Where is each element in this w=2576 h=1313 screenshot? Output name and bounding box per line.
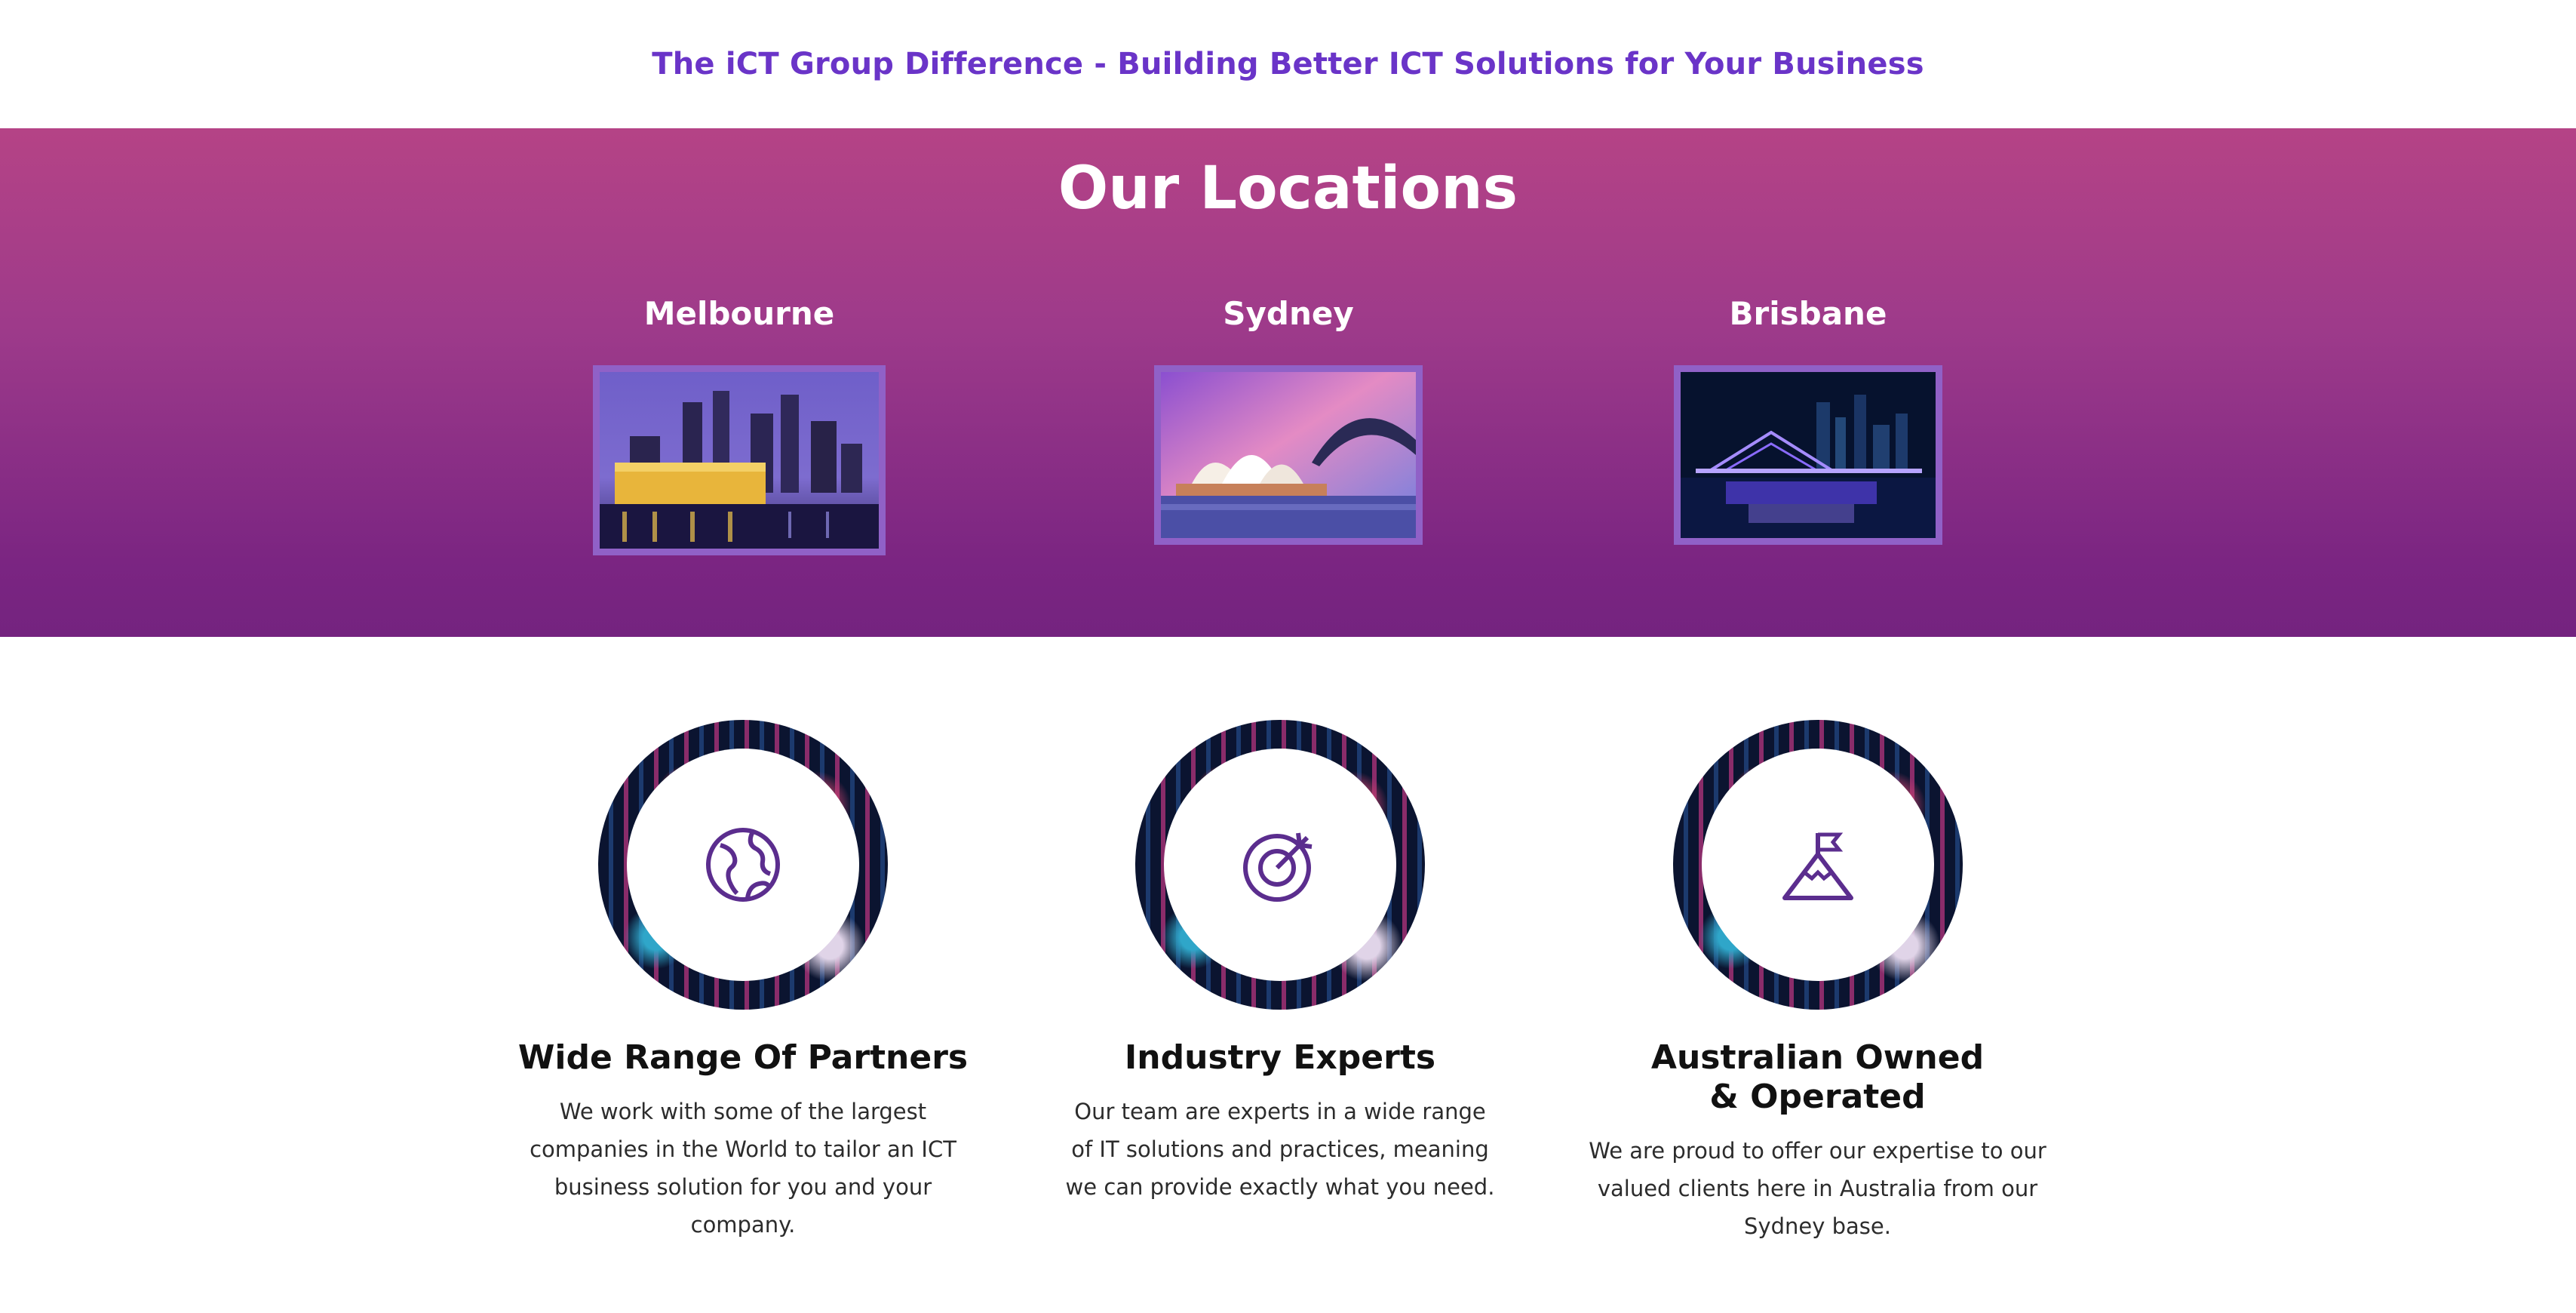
feature-icon-circle <box>1701 749 1934 981</box>
melbourne-photo[interactable] <box>593 365 886 555</box>
location-brisbane[interactable]: Brisbane <box>1674 293 1942 545</box>
location-city-label: Brisbane <box>1729 295 1887 332</box>
brisbane-bridge-image <box>1681 372 1936 538</box>
location-city-label: Sydney <box>1223 295 1354 332</box>
locations-heading: Our Locations <box>1058 155 1518 223</box>
feature-text: We work with some of the largest compani… <box>530 1099 956 1238</box>
feature-icon-circle <box>1164 749 1396 981</box>
feature-experts: Industry Experts Our team are experts in… <box>1061 720 1499 1206</box>
location-city-label: Melbourne <box>643 295 835 332</box>
brisbane-photo[interactable] <box>1674 365 1942 545</box>
feature-image-ring <box>1135 720 1425 1010</box>
feature-title: Australian Owned & Operated <box>1650 1038 1985 1116</box>
location-melbourne[interactable]: Melbourne <box>592 293 886 555</box>
feature-image-ring <box>1672 720 1963 1010</box>
top-banner: The iCT Group Difference - Building Bett… <box>0 0 2576 128</box>
location-sydney[interactable]: Sydney <box>1154 293 1423 545</box>
feature-australian: Australian Owned & Operated We are proud… <box>1558 720 2077 1245</box>
features-section: Wide Range Of Partners We work with some… <box>0 637 2576 1313</box>
feature-icon-circle <box>627 749 859 981</box>
melbourne-skyline-image <box>600 372 879 549</box>
target-icon <box>1243 832 1313 902</box>
locations-section: Our Locations Melbourne Sydney Brisbane <box>0 128 2576 637</box>
mountain-flag-icon <box>1782 832 1853 900</box>
feature-title: Industry Experts <box>1124 1038 1436 1077</box>
banner-title: The iCT Group Difference - Building Bett… <box>652 47 1924 81</box>
feature-title: Wide Range Of Partners <box>517 1038 969 1077</box>
sydney-opera-house-image <box>1161 372 1416 538</box>
feature-partners: Wide Range Of Partners We work with some… <box>508 720 978 1244</box>
sydney-photo[interactable] <box>1154 365 1423 545</box>
feature-image-ring <box>598 720 888 1010</box>
globe-icon <box>706 828 780 902</box>
feature-text: We are proud to offer our expertise to o… <box>1589 1138 2046 1239</box>
feature-text: Our team are experts in a wide range of … <box>1065 1099 1495 1200</box>
